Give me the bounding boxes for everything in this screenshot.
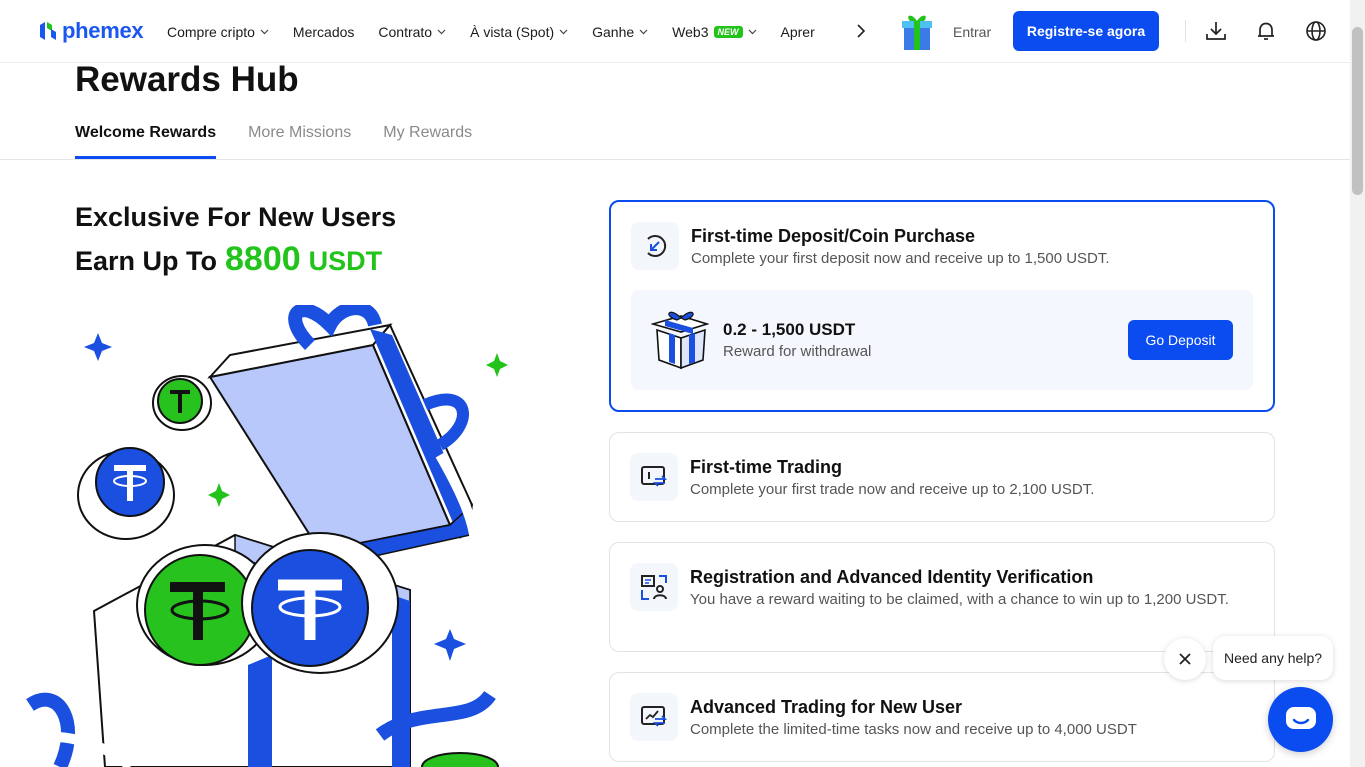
menu-item-earn[interactable]: Ganhe [592, 24, 648, 40]
task-description: Complete the limited-time tasks now and … [690, 721, 1137, 738]
tab-my-rewards[interactable]: My Rewards [383, 124, 472, 159]
deposit-arrow-icon [631, 222, 679, 270]
task-title: Advanced Trading for New User [690, 697, 963, 717]
identity-verification-icon [630, 563, 678, 611]
tether-coin-icon [77, 447, 175, 540]
advanced-trading-icon [630, 693, 678, 741]
phemex-logo[interactable]: phemex [38, 18, 144, 44]
menu-item-label: Contrato [378, 23, 433, 40]
trade-icon [630, 453, 678, 501]
menu-item-label: Ganhe [592, 23, 635, 40]
task-description: Complete your first trade now and receiv… [690, 481, 1095, 498]
gift-box-icon[interactable] [901, 12, 933, 52]
go-deposit-button[interactable]: Go Deposit [1128, 320, 1233, 360]
globe-icon[interactable] [1304, 19, 1328, 43]
tether-coin-icon [241, 532, 399, 674]
menu-item-label: Web3 [672, 23, 709, 40]
register-button[interactable]: Registre-se agora [1013, 11, 1159, 51]
menu-item-label: Aprer [780, 23, 815, 40]
close-icon [1179, 653, 1191, 665]
reward-label: Reward for withdrawal [723, 343, 872, 360]
gift-box-icon [651, 311, 709, 370]
page-scrollbar[interactable] [1350, 0, 1365, 767]
chevron-down-icon [639, 29, 648, 34]
chat-button[interactable] [1268, 687, 1333, 752]
scrollbar-thumb[interactable] [1352, 27, 1363, 195]
tab-more-missions[interactable]: More Missions [248, 124, 351, 159]
hero-subheading: Earn Up To 8800 USDT [75, 240, 382, 279]
hero-amount: 8800 [225, 240, 301, 278]
sparkle-icon [84, 333, 112, 361]
help-bubble[interactable]: Need any help? [1213, 636, 1333, 680]
bell-icon[interactable] [1254, 19, 1278, 43]
chevron-down-icon [260, 29, 269, 34]
task-card-first-deposit: First-time Deposit/Coin Purchase Complet… [609, 200, 1275, 412]
gift-box-illustration [20, 305, 508, 767]
menu-item-label: À vista (Spot) [470, 23, 555, 40]
hero-heading: Exclusive For New Users [75, 202, 397, 232]
reward-box: 0.2 - 1,500 USDT Reward for withdrawal G… [631, 290, 1253, 390]
main-menu: Compre cripto Mercados Contrato À vista … [167, 0, 839, 63]
task-description: You have a reward waiting to be claimed,… [690, 591, 1229, 608]
task-card-first-trading[interactable]: First-time Trading Complete your first t… [609, 432, 1275, 522]
menu-item-buy-crypto[interactable]: Compre cripto [167, 24, 269, 40]
download-icon[interactable] [1204, 19, 1228, 43]
hero-unit: USDT [308, 246, 383, 276]
menu-item-web3[interactable]: Web3 NEW [672, 24, 756, 40]
tabs-divider [0, 159, 1350, 160]
reward-amount: 0.2 - 1,500 USDT [723, 320, 856, 339]
phemex-logo-icon [40, 22, 56, 40]
task-card-advanced-trading[interactable]: Advanced Trading for New User Complete t… [609, 672, 1275, 762]
page-title: Rewards Hub [75, 60, 299, 99]
task-title: First-time Deposit/Coin Purchase [691, 226, 976, 246]
chevron-down-icon [559, 29, 568, 34]
new-badge: NEW [713, 25, 743, 38]
rewards-tabs: Welcome Rewards More Missions My Rewards [75, 124, 472, 159]
login-link[interactable]: Entrar [953, 24, 991, 40]
nav-divider [1185, 20, 1186, 42]
task-description: Complete your first deposit now and rece… [691, 250, 1110, 267]
tab-welcome-rewards[interactable]: Welcome Rewards [75, 124, 217, 159]
sparkle-icon [434, 629, 466, 661]
task-title: First-time Trading [690, 457, 843, 477]
chat-icon [1285, 706, 1316, 729]
tether-coin-icon [152, 375, 212, 431]
menu-item-contract[interactable]: Contrato [378, 24, 446, 40]
menu-item-spot[interactable]: À vista (Spot) [470, 24, 568, 40]
sparkle-icon [486, 353, 508, 377]
chevron-down-icon [748, 29, 756, 34]
task-card-identity-verification[interactable]: Registration and Advanced Identity Verif… [609, 542, 1275, 652]
sparkle-icon [208, 483, 230, 507]
help-close-button[interactable] [1164, 638, 1206, 680]
logo-text: phemex [62, 18, 144, 43]
menu-item-markets[interactable]: Mercados [293, 24, 354, 40]
chevron-down-icon [437, 29, 446, 34]
chevron-right-icon[interactable] [852, 22, 870, 40]
menu-item-learn[interactable]: Aprer [781, 24, 815, 40]
hero-prefix: Earn Up To [75, 246, 218, 276]
top-nav: phemex Compre cripto Mercados Contrato À… [0, 0, 1350, 63]
task-title: Registration and Advanced Identity Verif… [690, 567, 1094, 587]
menu-item-label: Mercados [292, 23, 355, 40]
menu-item-label: Compre cripto [167, 23, 255, 40]
